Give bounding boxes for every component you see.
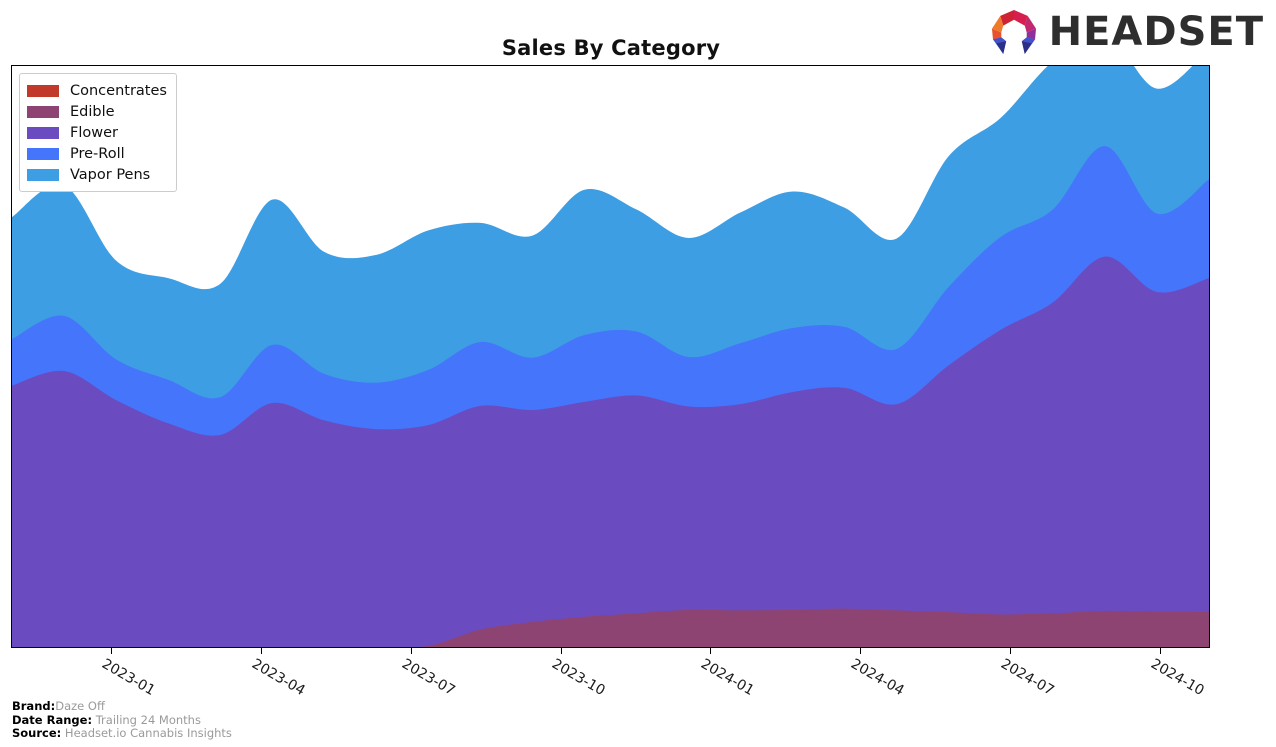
x-tick-mark — [560, 648, 562, 654]
x-tick-mark — [1160, 648, 1161, 654]
stacked-area-chart — [12, 66, 1209, 647]
x-tick-label: 2023-07 — [398, 656, 458, 700]
chart-footer: Brand:Daze Off Date Range: Trailing 24 M… — [12, 699, 232, 741]
x-tick-mark — [860, 648, 862, 654]
chart-plot-area: Concentrates Edible Flower Pre-Roll Vapo… — [11, 65, 1210, 648]
brand-logo: HEADSET — [989, 8, 1264, 56]
footer-brand-value: Daze Off — [55, 699, 105, 713]
brand-logo-wordmark: HEADSET — [1048, 9, 1264, 55]
x-tick-label: 2023-10 — [548, 656, 608, 700]
footer-date-range: Date Range: Trailing 24 Months — [12, 712, 232, 728]
footer-source: Source: Headset.io Cannabis Insights — [12, 726, 232, 741]
legend-swatch-pre-roll — [27, 147, 59, 160]
legend-item-flower: Flower — [27, 122, 167, 143]
legend-label-flower: Flower — [70, 124, 118, 141]
legend-label-edible: Edible — [70, 103, 115, 120]
legend-item-concentrates: Concentrates — [27, 80, 167, 101]
x-tick-label: 2024-04 — [848, 656, 907, 700]
legend-item-pre-roll: Pre-Roll — [27, 143, 167, 164]
x-tick-mark — [110, 648, 112, 654]
headset-logo-mark — [991, 9, 1036, 55]
footer-source-value: Headset.io Cannabis Insights — [64, 726, 232, 740]
x-tick-mark — [710, 648, 712, 654]
x-tick-mark — [1010, 648, 1012, 654]
legend-label-vapor-pens: Vapor Pens — [70, 166, 151, 183]
legend-swatch-vapor-pens — [27, 168, 59, 181]
x-tick-label: 2024-10 — [1148, 656, 1207, 700]
chart-legend: Concentrates Edible Flower Pre-Roll Vapo… — [19, 73, 177, 192]
footer-brand-key: Brand: — [12, 699, 56, 713]
footer-source-key: Source: — [12, 726, 62, 740]
x-tick-mark — [260, 648, 262, 654]
legend-item-edible: Edible — [27, 101, 167, 122]
legend-swatch-concentrates — [27, 84, 59, 97]
x-tick-label: 2023-01 — [98, 656, 158, 700]
footer-date-range-value: Trailing 24 Months — [95, 712, 201, 727]
x-tick-label: 2024-01 — [698, 656, 758, 700]
x-tick-label: 2023-04 — [248, 656, 308, 700]
footer-date-range-key: Date Range: — [12, 712, 93, 727]
x-tick-label: 2024-07 — [998, 656, 1057, 700]
legend-swatch-flower — [27, 126, 59, 139]
legend-label-pre-roll: Pre-Roll — [70, 145, 125, 162]
legend-swatch-edible — [27, 105, 59, 118]
legend-item-vapor-pens: Vapor Pens — [27, 164, 167, 185]
legend-label-concentrates: Concentrates — [70, 82, 167, 99]
x-tick-mark — [410, 648, 412, 654]
footer-brand: Brand:Daze Off — [12, 699, 232, 714]
